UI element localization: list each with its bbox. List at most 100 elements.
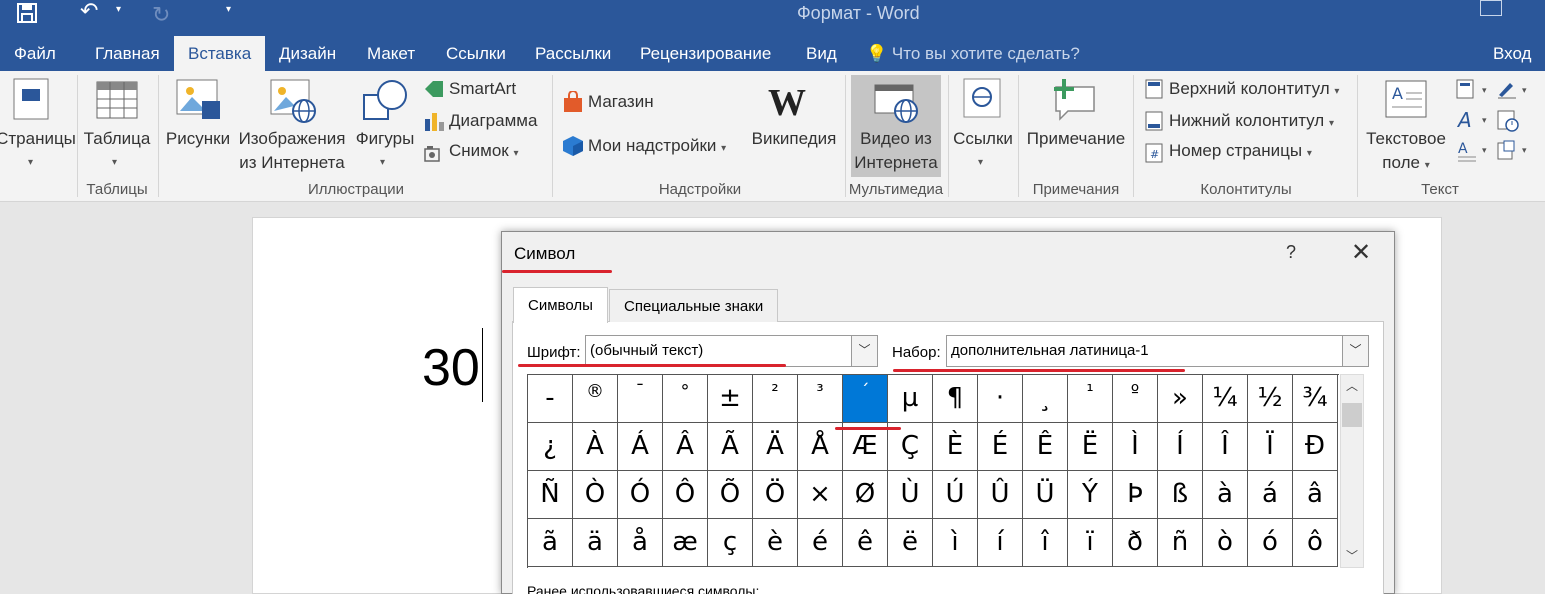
symbol-cell[interactable]: í	[978, 519, 1023, 567]
symbol-cell[interactable]: â	[1293, 471, 1338, 519]
date-time-icon[interactable]	[1496, 109, 1520, 138]
footer-icon[interactable]	[1145, 111, 1163, 136]
shapes-icon[interactable]	[362, 79, 408, 128]
my-addins-button[interactable]: Мои надстройки ▾	[588, 136, 726, 156]
pages-icon[interactable]	[10, 77, 54, 126]
links-button[interactable]: Ссылки	[950, 127, 1016, 151]
symbol-cell[interactable]: ò	[1203, 519, 1248, 567]
symbol-cell[interactable]: ×	[798, 471, 843, 519]
symbol-cell[interactable]: ð	[1113, 519, 1158, 567]
wikipedia-button[interactable]: Википедия	[744, 127, 844, 151]
symbol-cell[interactable]: Ì	[1113, 423, 1158, 471]
header-button[interactable]: Верхний колонтитул ▾	[1169, 79, 1339, 99]
ribbon-display-options-icon[interactable]	[1480, 0, 1502, 16]
symbol-cell[interactable]: Ä	[753, 423, 798, 471]
symbol-cell[interactable]: è	[753, 519, 798, 567]
tab-insert[interactable]: Вставка	[174, 36, 266, 71]
symbol-cell[interactable]: ñ	[1158, 519, 1203, 567]
save-icon[interactable]	[16, 2, 38, 30]
symbol-cell[interactable]: º	[1113, 375, 1158, 423]
symbol-cell[interactable]: Ñ	[528, 471, 573, 519]
object-icon[interactable]: ▾	[1496, 139, 1536, 168]
symbol-cell[interactable]: Û	[978, 471, 1023, 519]
store-icon[interactable]	[562, 90, 584, 118]
symbol-cell[interactable]: Ê	[1023, 423, 1068, 471]
tab-special-characters[interactable]: Специальные знаки	[609, 289, 779, 322]
tab-layout[interactable]: Макет	[353, 36, 429, 71]
chart-button[interactable]: Диаграмма	[449, 111, 537, 131]
symbol-cell[interactable]: æ	[663, 519, 708, 567]
sign-in-link[interactable]: Вход	[1493, 36, 1531, 71]
symbol-cell[interactable]: ²	[753, 375, 798, 423]
symbol-cell[interactable]: ç	[708, 519, 753, 567]
symbol-cell[interactable]: »	[1158, 375, 1203, 423]
symbol-cell[interactable]: ¿	[528, 423, 573, 471]
help-button[interactable]: ?	[1286, 242, 1296, 263]
tab-mailings[interactable]: Рассылки	[521, 36, 625, 71]
store-button[interactable]: Магазин	[588, 92, 654, 112]
font-select[interactable]: (обычный текст) ﹀	[585, 335, 878, 367]
scroll-down-icon[interactable]: ﹀	[1341, 545, 1363, 567]
symbol-cell[interactable]: À	[573, 423, 618, 471]
symbol-cell[interactable]: ì	[933, 519, 978, 567]
symbol-cell[interactable]: ¶	[933, 375, 978, 423]
tell-me-search[interactable]: 💡 Что вы хотите сделать?	[866, 36, 1080, 71]
symbol-cell[interactable]: Õ	[708, 471, 753, 519]
symbol-cell[interactable]: á	[1248, 471, 1293, 519]
symbol-cell[interactable]: é	[798, 519, 843, 567]
symbol-cell[interactable]: ë	[888, 519, 933, 567]
symbol-cell[interactable]: ¾	[1293, 375, 1338, 423]
symbol-cell[interactable]: ê	[843, 519, 888, 567]
symbol-cell[interactable]: ô	[1293, 519, 1338, 567]
symbol-cell[interactable]: Ý	[1068, 471, 1113, 519]
online-video-icon[interactable]	[874, 81, 920, 128]
symbol-cell[interactable]: Á	[618, 423, 663, 471]
symbol-cell[interactable]: µ	[888, 375, 933, 423]
scroll-up-icon[interactable]: ︿	[1341, 375, 1363, 397]
symbol-cell[interactable]: ¼	[1203, 375, 1248, 423]
symbol-grid-scrollbar[interactable]: ︿ ﹀	[1340, 374, 1364, 568]
table-button[interactable]: Таблица	[80, 127, 154, 151]
symbol-cell[interactable]: ½	[1248, 375, 1293, 423]
wordart-icon[interactable]: A ▾	[1456, 108, 1496, 138]
comment-button[interactable]: Примечание	[1020, 127, 1132, 151]
pages-button[interactable]: Страницы	[0, 127, 76, 151]
shapes-button[interactable]: Фигуры	[350, 127, 420, 151]
document-text[interactable]: 30	[422, 338, 480, 398]
symbol-cell[interactable]: Î	[1203, 423, 1248, 471]
tab-design[interactable]: Дизайн	[265, 36, 350, 71]
symbol-cell[interactable]: Ç	[888, 423, 933, 471]
symbol-cell[interactable]: ®	[573, 375, 618, 423]
symbol-cell[interactable]: Þ	[1113, 471, 1158, 519]
symbol-cell[interactable]: È	[933, 423, 978, 471]
tab-file[interactable]: Файл	[0, 36, 70, 71]
symbol-cell[interactable]: Å	[798, 423, 843, 471]
symbol-cell[interactable]: ¹	[1068, 375, 1113, 423]
table-icon[interactable]	[96, 81, 138, 124]
tab-references[interactable]: Ссылки	[432, 36, 520, 71]
tab-symbols[interactable]: Символы	[513, 287, 608, 323]
quick-parts-icon[interactable]: ▾	[1456, 79, 1496, 104]
symbol-cell[interactable]: Ø	[843, 471, 888, 519]
symbol-cell[interactable]: Ã	[708, 423, 753, 471]
pictures-icon[interactable]	[176, 79, 222, 126]
links-icon[interactable]	[962, 77, 1004, 126]
tab-review[interactable]: Рецензирование	[626, 36, 785, 71]
undo-dropdown-icon[interactable]: ▾	[116, 4, 121, 15]
symbol-cell[interactable]: Ë	[1068, 423, 1113, 471]
symbol-cell[interactable]: Ü	[1023, 471, 1068, 519]
symbol-cell[interactable]: Ô	[663, 471, 708, 519]
wikipedia-icon[interactable]: W	[768, 81, 806, 125]
symbol-cell[interactable]: à	[1203, 471, 1248, 519]
close-icon[interactable]: ✕	[1351, 238, 1371, 267]
symbol-cell[interactable]: Ù	[888, 471, 933, 519]
page-number-button[interactable]: Номер страницы ▾	[1169, 141, 1312, 161]
symbol-cell[interactable]: ¸	[1023, 375, 1068, 423]
symbol-cell[interactable]: ß	[1158, 471, 1203, 519]
symbol-cell[interactable]: -	[528, 375, 573, 423]
symbol-cell[interactable]: å	[618, 519, 663, 567]
tab-view[interactable]: Вид	[792, 36, 851, 71]
symbol-cell[interactable]: É	[978, 423, 1023, 471]
symbol-cell[interactable]: ³	[798, 375, 843, 423]
drop-cap-icon[interactable]: A ▾	[1456, 139, 1496, 168]
